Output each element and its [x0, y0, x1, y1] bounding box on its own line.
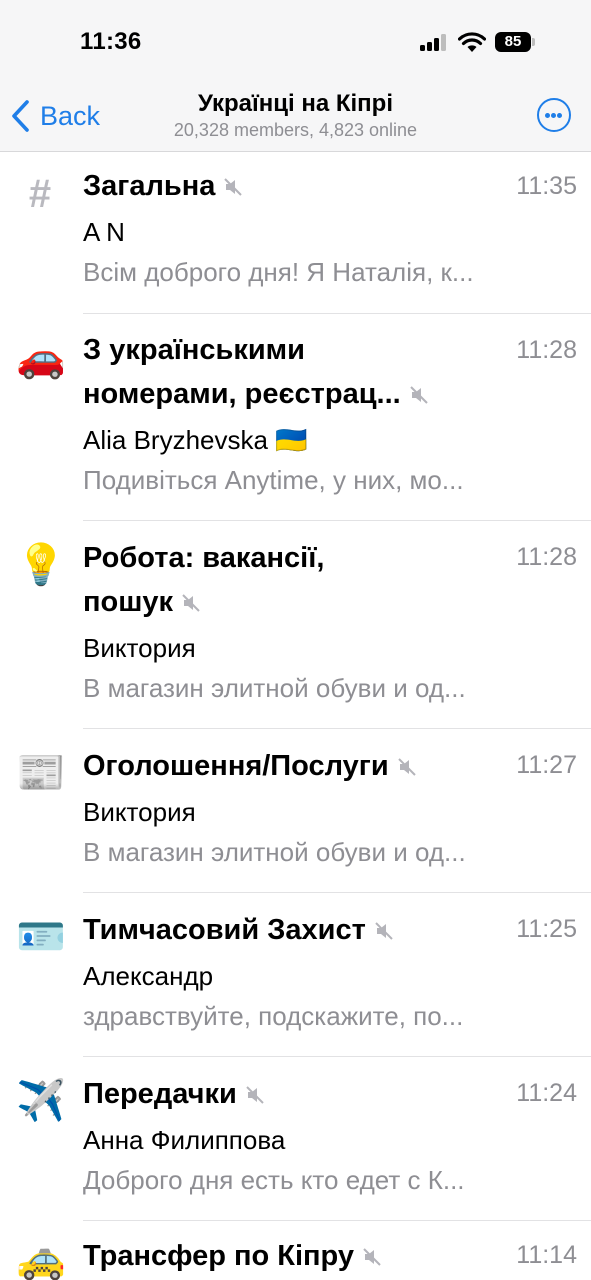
- muted-icon: [375, 922, 393, 940]
- status-time: 11:36: [80, 28, 142, 55]
- topic-time: 11:14: [516, 1241, 577, 1269]
- topic-preview: здравствуйте, подскажите, по...: [83, 1001, 464, 1031]
- topic-time: 11:28: [516, 336, 577, 364]
- topic-preview: В магазин элитной обуви и од...: [83, 837, 466, 867]
- topic-item[interactable]: 📰 Оголошення/Послуги 11:27 Виктория В ма…: [0, 729, 591, 893]
- battery-icon: 85: [495, 32, 535, 52]
- topic-item[interactable]: ✈️ Передачки 11:24 Анна Филиппова Доброг…: [0, 1057, 591, 1221]
- chevron-left-icon: [12, 100, 29, 132]
- newspaper-icon: 📰: [16, 751, 66, 795]
- topic-item[interactable]: 🚕 Трансфер по Кіпру 11:14: [0, 1221, 591, 1280]
- airplane-icon: ✈️: [16, 1079, 66, 1123]
- topic-title: Трансфер по Кіпру: [83, 1234, 491, 1278]
- muted-icon: [224, 178, 243, 196]
- topic-item[interactable]: # Загальна 11:35 A N Всім доброго дня! Я…: [0, 152, 591, 314]
- battery-level: 85: [504, 33, 522, 50]
- lightbulb-icon: 💡: [16, 543, 66, 587]
- topic-item[interactable]: 🪪 Тимчасовий Захист 11:25 Александр здра…: [0, 893, 591, 1057]
- muted-icon: [246, 1086, 264, 1104]
- status-bar: 11:36 85: [0, 0, 591, 86]
- topic-time: 11:27: [516, 751, 577, 779]
- topic-title: Робота: вакансії, пошук: [83, 542, 325, 618]
- muted-icon: [182, 594, 200, 612]
- muted-icon: [363, 1248, 381, 1266]
- topic-title: Оголошення/Послуги: [83, 744, 491, 788]
- topic-sender: Alia Bryzhevska 🇺🇦: [83, 425, 308, 455]
- topic-title: Передачки: [83, 1072, 491, 1116]
- topic-preview: Доброго дня есть кто едет с К...: [83, 1165, 465, 1195]
- more-options-button[interactable]: [537, 98, 571, 132]
- wifi-icon: [458, 32, 486, 52]
- car-icon: 🚗: [16, 336, 66, 380]
- taxi-icon: 🚕: [16, 1237, 66, 1280]
- topic-preview: Подивіться Anytime, у них, мо...: [83, 465, 464, 495]
- topic-sender: Александр: [83, 961, 214, 991]
- topic-title: Тимчасовий Захист: [83, 908, 491, 952]
- topic-sender: Виктория: [83, 797, 196, 827]
- nav-header: Українці на Кіпрі 20,328 members, 4,823 …: [0, 86, 591, 152]
- cellular-signal-icon: [420, 33, 448, 51]
- topic-time: 11:25: [516, 915, 577, 943]
- topic-item[interactable]: 💡 Робота: вакансії, пошук 11:28 Виктория …: [0, 521, 591, 729]
- topic-title: З українськими номерами, реєстрац...: [83, 328, 491, 416]
- topic-item[interactable]: 🚗 З українськими номерами, реєстрац... 11…: [0, 314, 591, 521]
- topic-preview: В магазин элитной обуви и од...: [83, 673, 466, 703]
- topic-time: 11:24: [516, 1079, 577, 1107]
- muted-icon: [397, 758, 416, 776]
- topic-sender: Виктория: [83, 633, 196, 663]
- back-label: Back: [40, 100, 101, 131]
- topic-sender: A N: [83, 217, 125, 247]
- topic-title: Загальна: [83, 164, 491, 208]
- topic-time: 11:35: [516, 172, 577, 200]
- topic-sender: Анна Филиппова: [83, 1125, 286, 1155]
- id-card-icon: 🪪: [16, 915, 66, 959]
- topic-preview: Всім доброго дня! Я Наталія, к...: [83, 257, 474, 287]
- muted-icon: [409, 386, 428, 404]
- back-button[interactable]: Back: [10, 96, 100, 136]
- topic-time: 11:28: [516, 543, 577, 571]
- hash-icon: #: [28, 172, 52, 216]
